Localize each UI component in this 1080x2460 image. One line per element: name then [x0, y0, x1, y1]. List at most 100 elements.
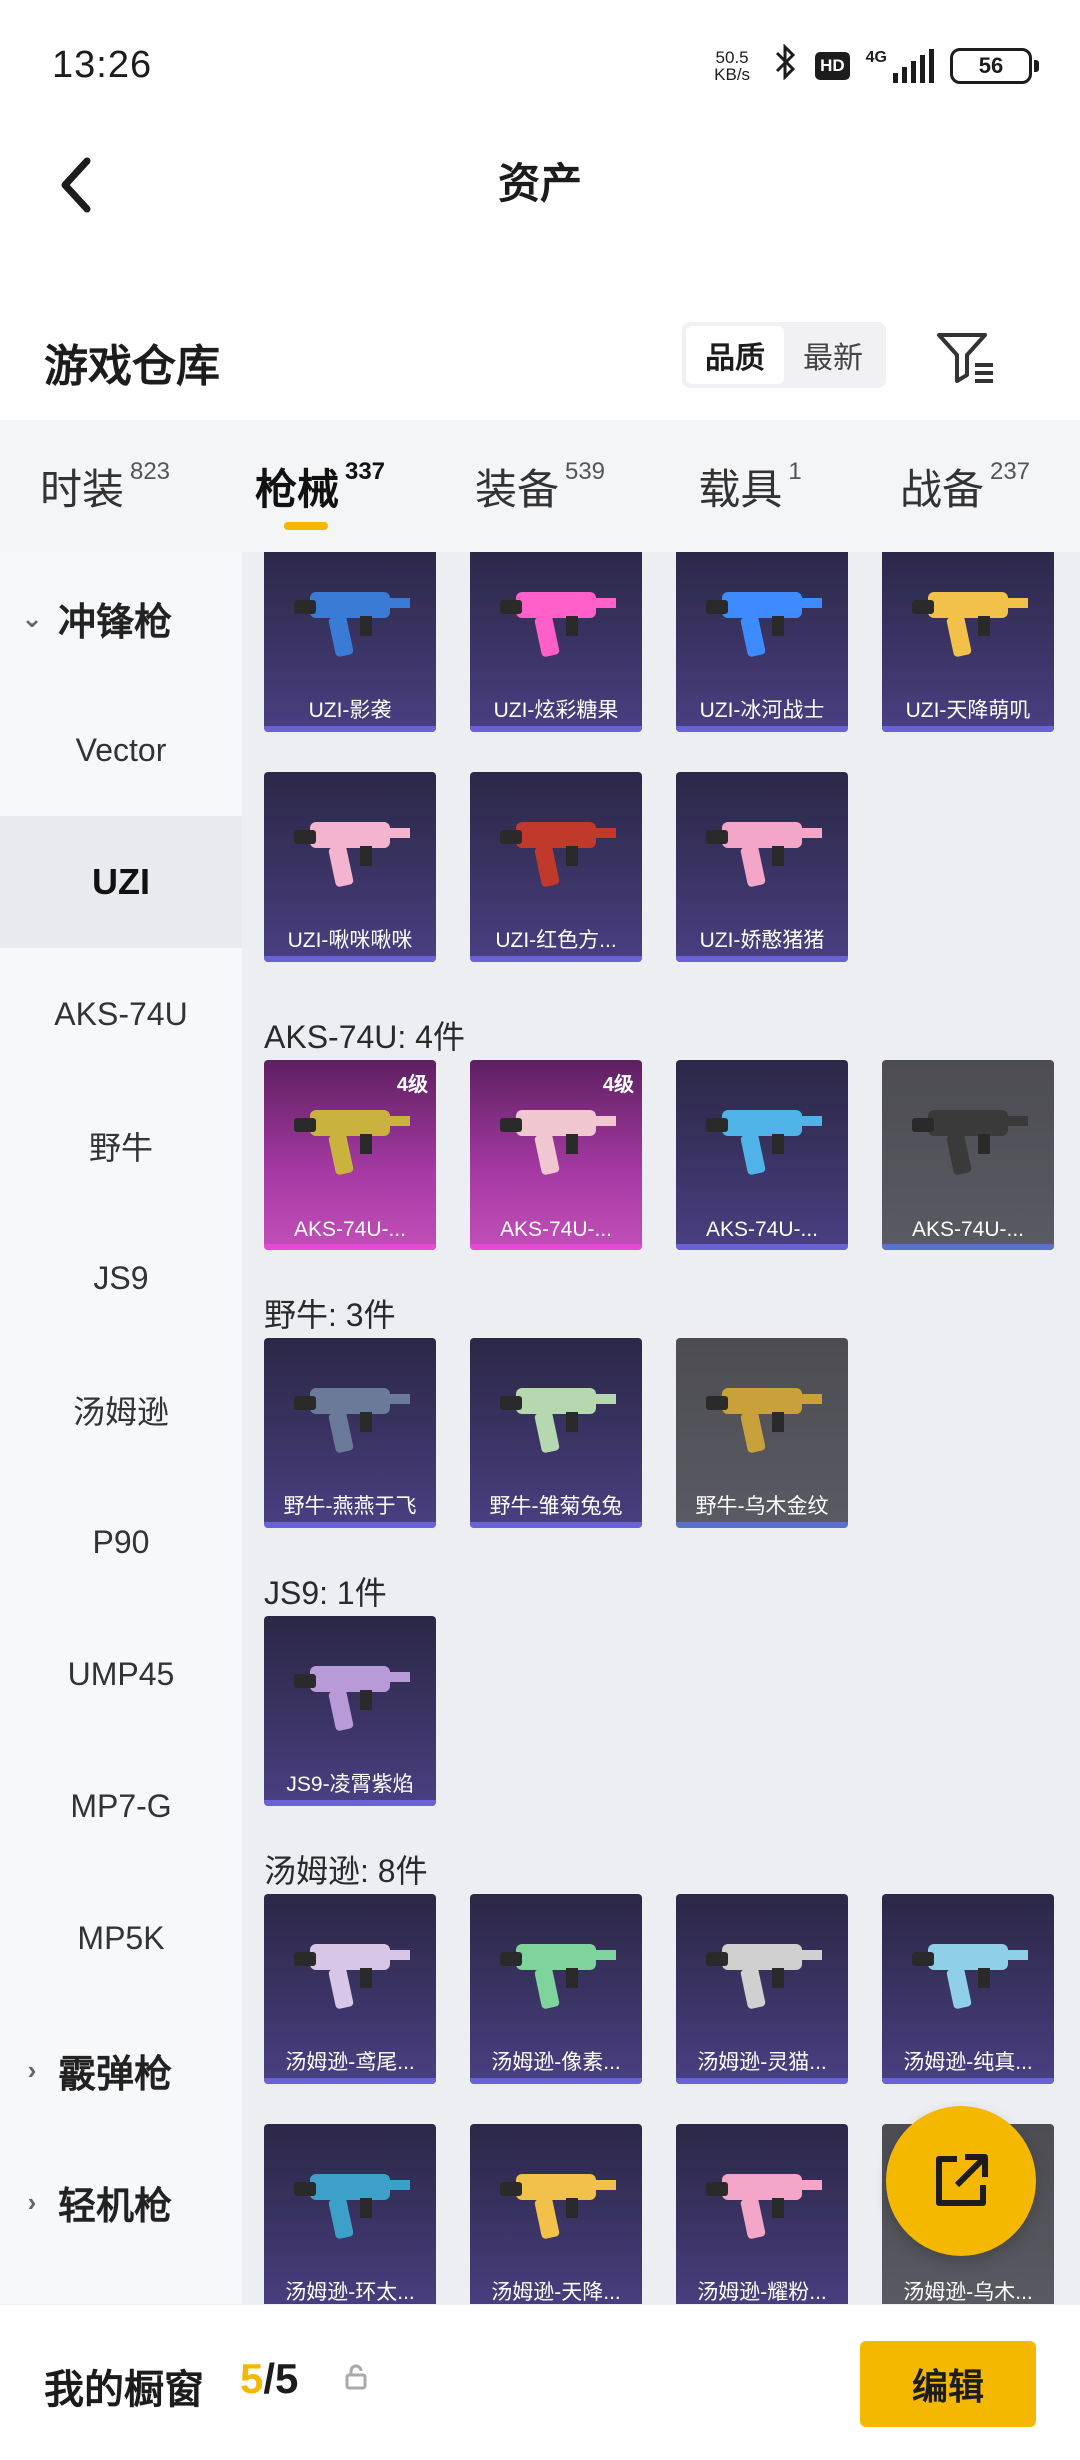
sidebar-item-label: P90	[92, 1523, 150, 1560]
weapon-card[interactable]: UZI-天降萌叽	[882, 552, 1054, 732]
sidebar-item[interactable]: 汤姆逊	[0, 1344, 242, 1476]
gun-icon	[706, 2174, 822, 2239]
warehouse-header: 游戏仓库 品质 最新	[0, 300, 1080, 410]
warehouse-title: 游戏仓库	[44, 342, 220, 391]
gun-icon	[500, 1944, 616, 2009]
weapon-card[interactable]: 汤姆逊-灵猫...	[676, 1894, 848, 2084]
gun-icon	[706, 822, 822, 887]
weapon-card[interactable]: 野牛-雏菊兔兔	[470, 1338, 642, 1528]
weapon-card[interactable]: JS9-凌霄紫焰	[264, 1616, 436, 1806]
weapon-name: 汤姆逊-纯真...	[903, 2051, 1033, 2074]
tab-guns[interactable]: 枪械 337	[210, 420, 430, 552]
rarity-bar	[676, 956, 848, 962]
weapon-card[interactable]: 汤姆逊-像素...	[470, 1894, 642, 2084]
weapon-name: UZI-啾咪啾咪	[287, 929, 413, 952]
rarity-bar	[264, 1800, 436, 1806]
sidebar-item-label: Vector	[75, 731, 167, 768]
hd-badge: HD	[815, 52, 850, 80]
weapon-name: 野牛-雏菊兔兔	[489, 1495, 623, 1518]
sidebar-item[interactable]: AKS-74U	[0, 948, 242, 1080]
sidebar-item[interactable]: Vector	[0, 684, 242, 816]
weapon-card[interactable]: 汤姆逊-环太...	[264, 2124, 436, 2304]
weapon-card[interactable]: 野牛-燕燕于飞	[264, 1338, 436, 1528]
gun-icon	[706, 1944, 822, 2009]
gun-icon	[706, 1110, 822, 1175]
weapon-name: 野牛-燕燕于飞	[283, 1495, 417, 1518]
weapon-card[interactable]: UZI-娇憨猪猪	[676, 772, 848, 962]
weapon-card[interactable]: 汤姆逊-鸢尾...	[264, 1894, 436, 2084]
gun-icon	[500, 1110, 616, 1175]
tab-fashion[interactable]: 时装 823	[0, 420, 210, 552]
weapon-card[interactable]: UZI-啾咪啾咪	[264, 772, 436, 962]
gun-icon	[500, 1388, 616, 1453]
sidebar-item[interactable]: MP5K	[0, 1872, 242, 2004]
weapon-grid: UZI-影袭 UZI-炫彩糖果 UZI-冰河战士 UZI-天降萌叽 UZI-啾咪啾咪 UZ…	[242, 552, 1080, 2304]
weapon-card[interactable]: 汤姆逊-天降...	[470, 2124, 642, 2304]
share-external-icon	[936, 2154, 988, 2206]
weapon-card[interactable]: UZI-冰河战士	[676, 552, 848, 732]
weapon-card[interactable]: UZI-红色方...	[470, 772, 642, 962]
rarity-bar	[470, 956, 642, 962]
rarity-bar	[882, 1244, 1054, 1250]
sidebar-group[interactable]: › 霰弹枪	[0, 2004, 242, 2136]
edit-button[interactable]: 编辑	[860, 2341, 1036, 2427]
section-title: 野牛: 3件	[264, 1297, 396, 1333]
page-title: 资产	[497, 160, 582, 207]
sort-latest-button[interactable]: 最新	[784, 326, 882, 384]
signal-icon: 4G	[866, 49, 934, 83]
gun-icon	[294, 2174, 410, 2239]
weapon-name: 汤姆逊-乌木...	[903, 2281, 1033, 2304]
sidebar-item[interactable]: MP7-G	[0, 1740, 242, 1872]
weapon-card[interactable]: UZI-炫彩糖果	[470, 552, 642, 732]
sidebar-item[interactable]: UZI	[0, 816, 242, 948]
weapon-card[interactable]: 汤姆逊-纯真...	[882, 1894, 1054, 2084]
weapon-card[interactable]: UZI-影袭	[264, 552, 436, 732]
level-badge: 4级	[602, 1074, 634, 1096]
gun-icon	[294, 1666, 410, 1731]
weapon-card[interactable]: 4级 AKS-74U-...	[470, 1060, 642, 1250]
sidebar-item[interactable]: P90	[0, 1476, 242, 1608]
rarity-bar	[470, 726, 642, 732]
filter-icon	[937, 333, 993, 383]
nav-bar: 资产	[0, 130, 1080, 240]
sidebar-group[interactable]: ⌄ 冲锋枪	[0, 552, 242, 684]
weapon-type-sidebar: ⌄ 冲锋枪 Vector UZI AKS-74U 野牛 JS9 汤姆逊 P90 UMP45 MP7-…	[0, 552, 242, 2304]
chevron-right-icon: ›	[27, 2054, 37, 2085]
category-tabs: 时装 823 枪械 337 装备 539 载具 1 战备 237	[0, 420, 1080, 552]
chevron-down-icon: ⌄	[21, 602, 43, 633]
section-title: 汤姆逊: 8件	[264, 1853, 428, 1889]
sidebar-item[interactable]: 野牛	[0, 1080, 242, 1212]
gun-icon	[500, 822, 616, 887]
sidebar-item-label: MP7-G	[70, 1787, 172, 1824]
rarity-bar	[264, 2078, 436, 2084]
sidebar-item-label: 汤姆逊	[72, 1394, 169, 1430]
tab-supplies[interactable]: 战备 237	[850, 420, 1080, 552]
share-button[interactable]	[886, 2106, 1036, 2256]
gun-icon	[294, 822, 410, 887]
weapon-card[interactable]: 野牛-乌木金纹	[676, 1338, 848, 1528]
weapon-card[interactable]: 4级 AKS-74U-...	[264, 1060, 436, 1250]
weapon-name: AKS-74U-...	[911, 1218, 1025, 1241]
gun-icon	[500, 2174, 616, 2239]
rarity-bar	[676, 1244, 848, 1250]
weapon-card[interactable]: AKS-74U-...	[676, 1060, 848, 1250]
weapon-name: UZI-炫彩糖果	[493, 699, 619, 722]
gun-icon	[706, 592, 822, 657]
weapon-name: 汤姆逊-鸢尾...	[285, 2051, 415, 2074]
filter-button[interactable]	[930, 322, 1000, 392]
sidebar-group[interactable]: › 轻机枪	[0, 2136, 242, 2268]
status-time: 13:26	[52, 44, 153, 86]
gun-icon	[294, 1944, 410, 2009]
rarity-bar	[676, 1522, 848, 1528]
weapon-card[interactable]: 汤姆逊-耀粉...	[676, 2124, 848, 2304]
tab-equipment[interactable]: 装备 539	[430, 420, 650, 552]
sidebar-item[interactable]: UMP45	[0, 1608, 242, 1740]
rarity-bar	[264, 1244, 436, 1250]
weapon-card[interactable]: AKS-74U-...	[882, 1060, 1054, 1250]
sidebar-item[interactable]: JS9	[0, 1212, 242, 1344]
sidebar-item-label: 霰弹枪	[58, 2053, 173, 2096]
tab-vehicles[interactable]: 载具 1	[650, 420, 850, 552]
sidebar-item-label: UMP45	[67, 1655, 175, 1692]
sort-quality-button[interactable]: 品质	[686, 326, 784, 384]
status-icons: 50.5 KB/s HD 4G 56	[707, 42, 1039, 88]
